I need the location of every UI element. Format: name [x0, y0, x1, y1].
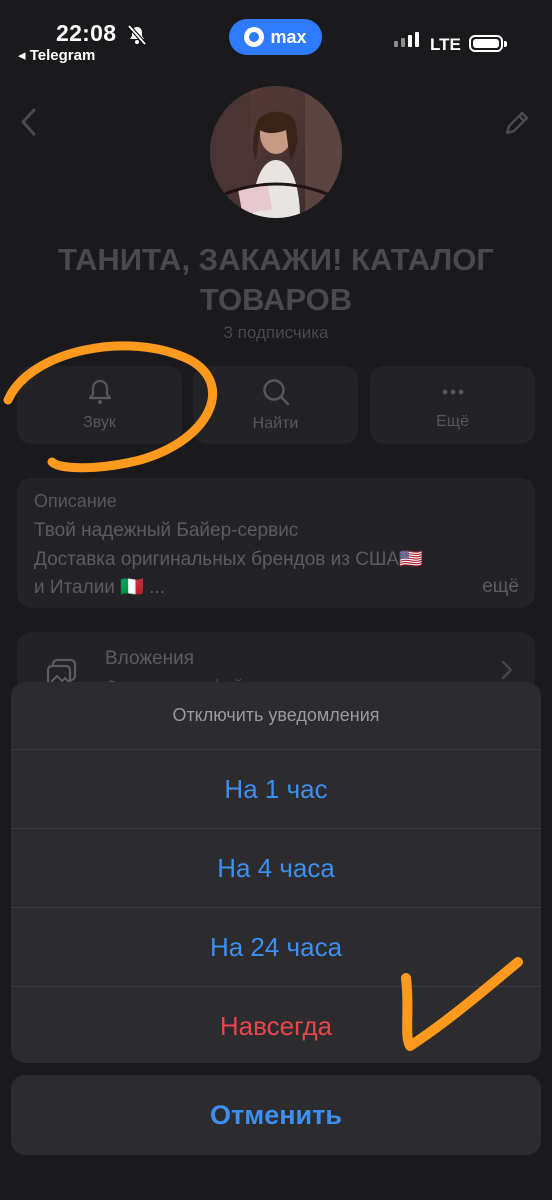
- chevron-left-icon[interactable]: [18, 104, 40, 140]
- max-badge[interactable]: max: [229, 19, 322, 55]
- channel-title: ТАНИТА, ЗАКАЖИ! КАТАЛОГ ТОВАРОВ: [20, 240, 532, 320]
- subscriber-count: 3 подписчика: [223, 323, 329, 342]
- sound-button[interactable]: Звук: [17, 366, 182, 444]
- channel-title-line1: ТАНИТА, ЗАКАЖИ! КАТАЛОГ: [58, 242, 494, 277]
- chevron-right-icon: [501, 660, 513, 680]
- mute-forever-option[interactable]: Навсегда: [11, 987, 541, 1063]
- mute-1-hour-option[interactable]: На 1 час: [11, 750, 541, 829]
- max-badge-label: max: [270, 26, 307, 47]
- avatar-photo: [210, 86, 342, 218]
- clock: 22:08: [56, 20, 117, 46]
- description-more-link[interactable]: ещё: [482, 576, 519, 598]
- bell-icon: [88, 379, 111, 404]
- description-card[interactable]: Описание Твой надежный Байер-сервис Дост…: [17, 478, 535, 608]
- attachments-title: Вложения: [105, 648, 194, 669]
- mute-24-hours-option[interactable]: На 24 часа: [11, 908, 541, 987]
- sound-button-label: Звук: [83, 414, 116, 431]
- signal-icon: [394, 32, 419, 47]
- description-line: Доставка оригинальных брендов из США🇺🇸: [34, 549, 423, 570]
- max-logo-icon: [244, 27, 265, 47]
- description-line: и Италии 🇮🇹 ...: [34, 577, 165, 598]
- search-button[interactable]: Найти: [193, 366, 358, 444]
- more-button[interactable]: Ещё: [370, 366, 535, 444]
- search-icon: [262, 379, 289, 406]
- description-line: Твой надежный Байер-сервис: [34, 520, 299, 541]
- pencil-icon[interactable]: [502, 108, 532, 138]
- search-button-label: Найти: [252, 415, 299, 432]
- battery-icon: [469, 35, 507, 52]
- more-button-label: Ещё: [436, 413, 469, 430]
- description-heading: Описание: [34, 491, 117, 511]
- channel-title-line2: ТОВАРОВ: [199, 282, 353, 317]
- cancel-button[interactable]: Отменить: [11, 1075, 541, 1155]
- channel-avatar[interactable]: [210, 86, 342, 218]
- sheet-title: Отключить уведомления: [11, 682, 541, 750]
- mute-4-hours-option[interactable]: На 4 часа: [11, 829, 541, 908]
- back-to-app-link[interactable]: ◂ Telegram: [18, 46, 95, 64]
- network-type: LTE: [430, 35, 461, 54]
- mute-action-sheet: Отключить уведомления На 1 час На 4 часа…: [11, 682, 541, 1063]
- bell-off-icon: [127, 24, 147, 46]
- ellipsis-icon: [442, 389, 463, 395]
- status-bar: 22:08 ◂ Telegram max LTE: [0, 0, 552, 70]
